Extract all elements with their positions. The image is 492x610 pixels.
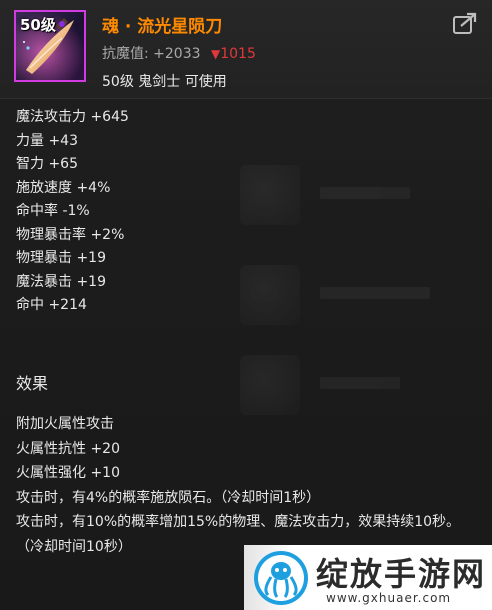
effect-item: 附加火属性攻击 [16,416,114,432]
share-icon[interactable] [452,12,478,36]
stat-list: 魔法攻击力 +645 力量 +43 智力 +65 施放速度 +4% 命中率 -1… [16,106,129,318]
stat-item: 命中 +214 [16,297,87,313]
down-arrow-icon: ▼ [210,47,221,61]
stat-item: 力量 +43 [16,132,78,149]
effect-item: 火属性强化 +10 [16,465,120,481]
effect-list: 附加火属性攻击 火属性抗性 +20 火属性强化 +10 攻击时，有4%的概率施放… [16,412,481,559]
item-name: 魂 · 流光星陨刀 [102,17,223,37]
effect-item: 火属性抗性 +20 [16,440,120,457]
octopus-logo-icon [254,551,308,605]
resist-value: +2033 [153,46,201,62]
watermark-url: www.gxhuaer.com [326,591,452,605]
stat-item: 物理暴击 +19 [16,250,106,266]
effects-title: 效果 [16,374,49,393]
stat-item: 施放速度 +4% [16,179,111,196]
stat-item: 命中率 -1% [16,203,90,219]
resist-row: 抗魔值: +2033 ▼1015 [102,43,256,63]
resist-diff-value: 1015 [220,46,256,62]
stat-item: 魔法攻击力 +645 [16,109,129,125]
requirement-line: 50级 鬼剑士 可使用 [102,74,227,90]
divider [0,98,492,99]
site-watermark: 绽放手游网 www.gxhuaer.com [244,545,492,610]
item-tooltip: 50级 魂 · 流光星陨刀 抗魔值: +2033 ▼1015 50级 鬼剑士 可… [0,0,492,610]
item-level-badge: 50级 [20,16,56,34]
sword-icon: 50级 [14,10,86,82]
resist-diff: ▼1015 [211,46,256,62]
watermark-title: 绽放手游网 [316,555,487,593]
effect-item: 攻击时，有4%的概率施放陨石。（冷却时间1秒） [16,489,321,506]
resist-label: 抗魔值: [102,46,149,62]
stat-item: 魔法暴击 +19 [16,273,106,290]
tooltip-header: 50级 魂 · 流光星陨刀 抗魔值: +2033 ▼1015 50级 鬼剑士 可… [0,0,492,98]
stat-item: 智力 +65 [16,156,78,172]
stat-item: 物理暴击率 +2% [16,226,125,243]
